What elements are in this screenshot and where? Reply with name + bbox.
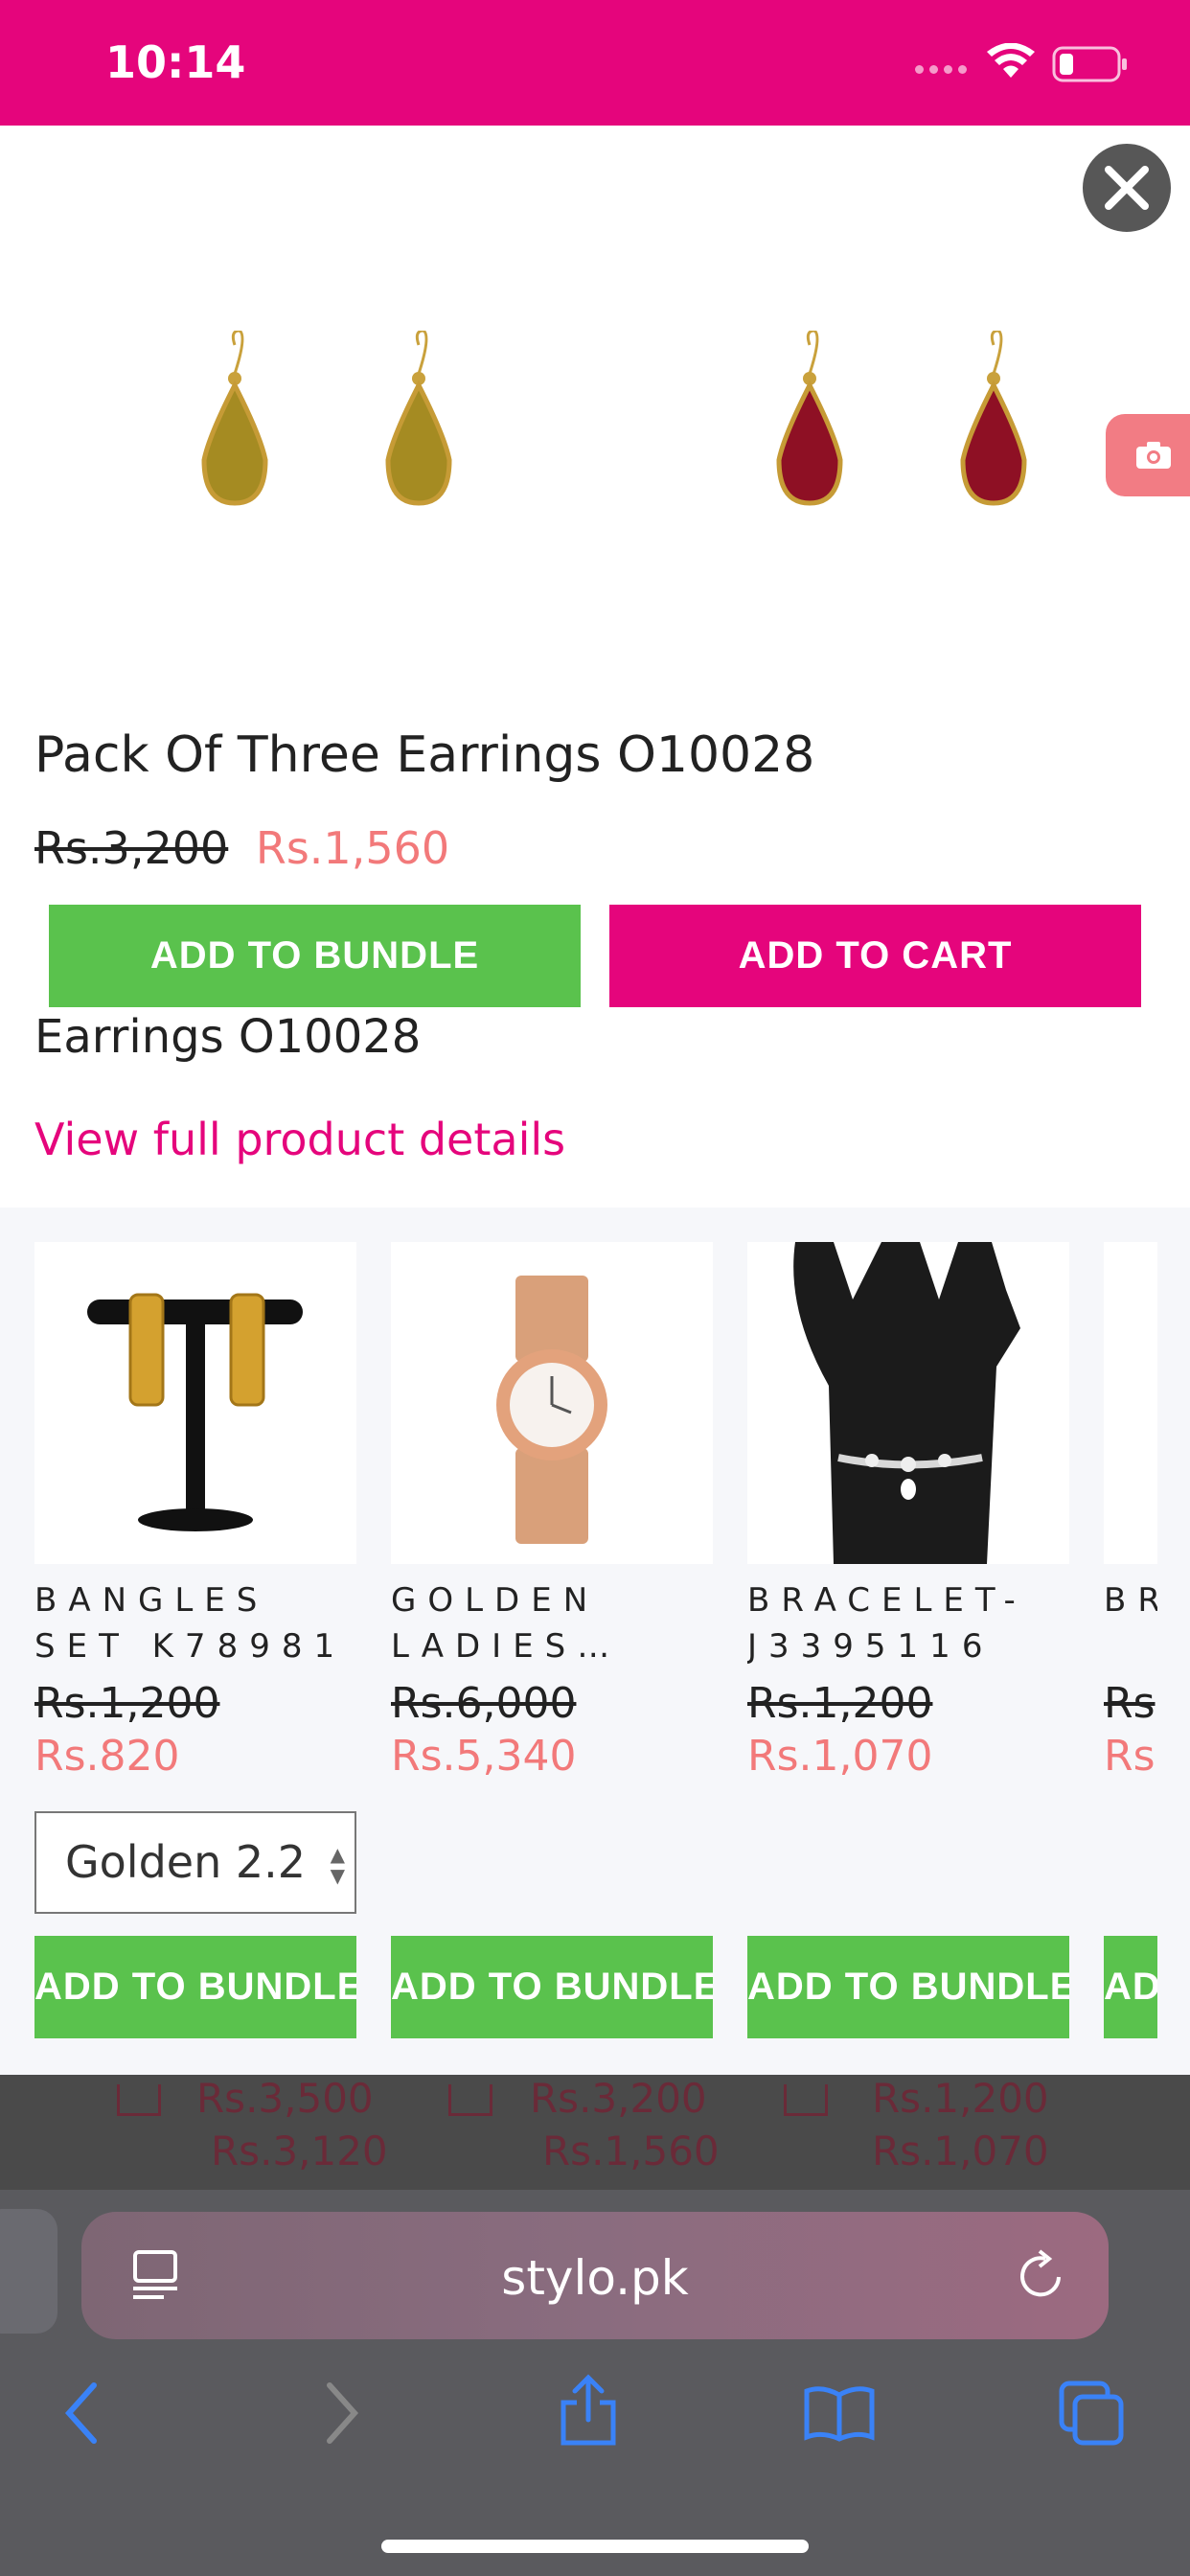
add-to-bundle-button[interactable]: ADD	[1104, 1936, 1157, 2038]
add-to-bundle-button[interactable]: ADD TO BUNDLE	[391, 1936, 713, 2038]
add-to-bundle-button[interactable]: ADD TO BUNDLE	[49, 905, 581, 1007]
checkbox-icon	[117, 2084, 161, 2116]
tabs-icon[interactable]	[1058, 2380, 1125, 2447]
home-indicator[interactable]	[381, 2540, 809, 2553]
select-arrows-icon: ▲ ▼	[330, 1843, 345, 1887]
close-button[interactable]	[1079, 140, 1175, 236]
bangles-image	[87, 1293, 303, 1531]
product-title: Pack Of Three Earrings O10028	[34, 726, 815, 784]
product-subtitle: Earrings O10028	[34, 1010, 422, 1064]
checkbox-icon	[784, 2084, 828, 2116]
checkbox-icon	[448, 2084, 492, 2116]
address-bar[interactable]: stylo.pk	[81, 2212, 1109, 2339]
url-text: stylo.pk	[501, 2250, 689, 2306]
product-card[interactable]: BRACELET-J3395116 Rs.1,200 Rs.1,070	[747, 1242, 1069, 1781]
status-time: 10:14	[105, 36, 246, 88]
sale-price: Rs.1,560	[255, 822, 450, 874]
old-price: Rs.3,200	[34, 822, 229, 874]
product-name: BRACELET-J3395116	[747, 1581, 1027, 1666]
add-to-bundle-button[interactable]: ADD TO BUNDLE	[747, 1936, 1069, 2038]
related-products[interactable]: BANGLES SET K78981 Rs.1,200 Rs.820 Golde…	[0, 1208, 1190, 2075]
background-page: Rs.3,500 Rs.3,120 Rs.3,200 Rs.1,560 Rs.1…	[0, 2075, 1190, 2190]
product-card[interactable]: BANGLES SET K78981 Rs.1,200 Rs.820	[34, 1242, 356, 1781]
close-icon	[1105, 166, 1149, 210]
product-thumbnail[interactable]	[1104, 1242, 1157, 1564]
product-thumbnail[interactable]	[34, 1242, 356, 1564]
view-full-details-link[interactable]: View full product details	[34, 1114, 565, 1165]
camera-button[interactable]	[1106, 414, 1190, 496]
background-old-price: Rs.1,200	[872, 2075, 1049, 2122]
price-row: Rs.3,200 Rs.1,560	[34, 822, 449, 874]
status-bar: 10:14	[0, 0, 1190, 126]
product-name: BRJ3	[1104, 1581, 1157, 1620]
product-thumbnail[interactable]	[747, 1242, 1069, 1564]
background-new-price: Rs.1,070	[872, 2128, 1049, 2174]
background-old-price: Rs.3,200	[530, 2075, 707, 2122]
product-card[interactable]: GOLDEN LADIES… Rs.6,000 Rs.5,340	[391, 1242, 713, 1781]
add-to-bundle-button[interactable]: ADD TO BUNDLE	[34, 1936, 356, 2038]
bookmarks-icon[interactable]	[803, 2383, 876, 2443]
background-new-price: Rs.1,560	[542, 2128, 720, 2174]
old-price: Rs.1,200	[747, 1679, 933, 1728]
watch-image	[496, 1276, 607, 1544]
back-icon[interactable]	[59, 2380, 107, 2447]
share-icon[interactable]	[558, 2374, 619, 2447]
forward-icon[interactable]	[316, 2380, 364, 2447]
variant-select[interactable]: Golden 2.2 ▲ ▼	[34, 1811, 356, 1914]
product-image	[201, 331, 1027, 506]
old-price: Rs.1,200	[34, 1679, 220, 1728]
wifi-icon	[987, 43, 1035, 78]
reload-icon[interactable]	[1017, 2248, 1066, 2302]
bracelet-image	[793, 1242, 1020, 1564]
signal-icon	[915, 65, 971, 75]
browser-toolbar: Rs.3,500 Rs.3,120 Rs.3,200 Rs.1,560 Rs.1…	[0, 2075, 1190, 2576]
previous-tab-stub[interactable]	[0, 2209, 57, 2334]
sale-price: Rs.820	[34, 1732, 180, 1781]
product-name: GOLDEN LADIES…	[391, 1581, 622, 1666]
battery-icon	[1052, 46, 1127, 82]
product-card[interactable]: BRJ3 Rs Rs	[1104, 1242, 1157, 1781]
background-new-price: Rs.3,120	[211, 2128, 388, 2174]
variant-select-value: Golden 2.2	[65, 1836, 307, 1888]
old-price: Rs	[1104, 1679, 1156, 1728]
old-price: Rs.6,000	[391, 1679, 577, 1728]
add-to-cart-button[interactable]: ADD TO CART	[609, 905, 1141, 1007]
sale-price: Rs.5,340	[391, 1732, 577, 1781]
product-thumbnail[interactable]	[391, 1242, 713, 1564]
sale-price: Rs.1,070	[747, 1732, 933, 1781]
sale-price: Rs	[1104, 1732, 1156, 1781]
camera-icon	[1136, 442, 1171, 469]
background-old-price: Rs.3,500	[196, 2075, 374, 2122]
product-name: BANGLES SET K78981	[34, 1581, 347, 1666]
